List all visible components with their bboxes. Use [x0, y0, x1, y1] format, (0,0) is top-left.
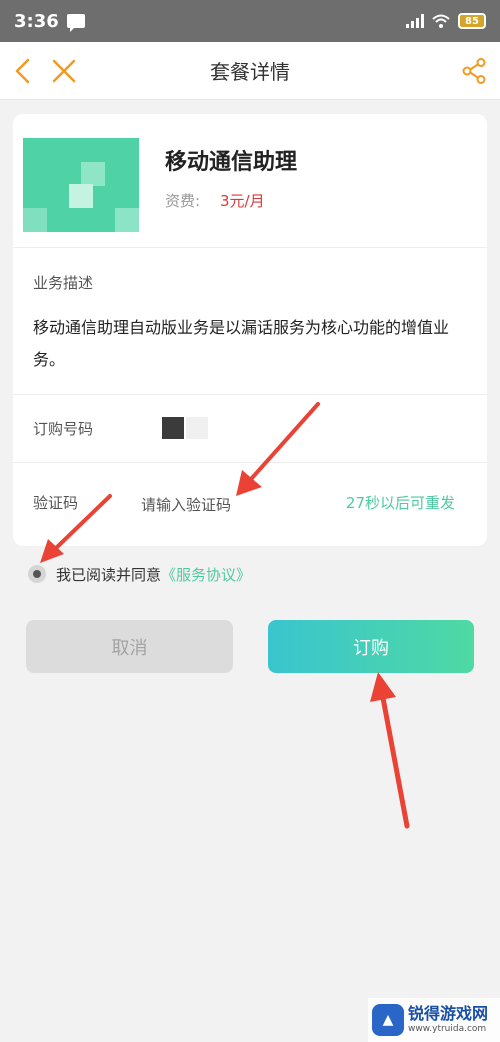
fee-value: 3元/月	[220, 192, 265, 210]
product-thumbnail	[23, 138, 139, 232]
agreement-row[interactable]: 我已阅读并同意 《服务协议》	[28, 562, 251, 586]
wifi-icon	[432, 14, 450, 28]
divider	[13, 247, 487, 248]
status-bar: 3:36 85	[0, 0, 500, 42]
product-name: 移动通信助理	[165, 150, 298, 175]
battery-icon: 85	[458, 13, 486, 29]
share-icon[interactable]	[460, 57, 488, 85]
annotation-arrow-order	[370, 672, 410, 829]
back-icon[interactable]	[10, 56, 38, 86]
package-detail-card: 移动通信助理 资费: 3元/月 业务描述 移动通信助理自动版业务是以漏话服务为核…	[13, 114, 487, 546]
close-icon[interactable]	[50, 57, 78, 85]
resend-countdown[interactable]: 27秒以后可重发	[346, 492, 455, 513]
verification-code-label: 验证码	[33, 494, 79, 512]
signal-icon	[406, 14, 424, 28]
watermark: ▲ 锐得游戏网 www.ytruida.com	[368, 998, 500, 1042]
watermark-url: www.ytruida.com	[408, 1024, 487, 1034]
cancel-button[interactable]: 取消	[26, 620, 233, 673]
status-icons: 85	[406, 13, 486, 29]
fee-label: 资费:	[165, 192, 201, 210]
nav-bar: 套餐详情	[0, 42, 500, 100]
agreement-text: 我已阅读并同意	[56, 565, 162, 584]
description-label: 业务描述	[33, 274, 94, 292]
order-button[interactable]: 订购	[268, 620, 474, 673]
watermark-name: 锐得游戏网	[408, 1004, 489, 1023]
status-time: 3:36	[14, 10, 59, 32]
service-agreement-link[interactable]: 《服务协议》	[161, 564, 251, 585]
agreement-radio[interactable]	[28, 565, 46, 583]
watermark-logo-icon: ▲	[372, 1004, 404, 1036]
verification-code-input[interactable]	[141, 490, 311, 520]
divider	[13, 462, 487, 463]
order-number-label: 订购号码	[33, 420, 94, 438]
order-number-value	[162, 417, 208, 439]
description-text: 移动通信助理自动版业务是以漏话服务为核心功能的增值业务。	[33, 318, 450, 369]
divider	[13, 394, 487, 395]
message-icon	[66, 14, 85, 32]
